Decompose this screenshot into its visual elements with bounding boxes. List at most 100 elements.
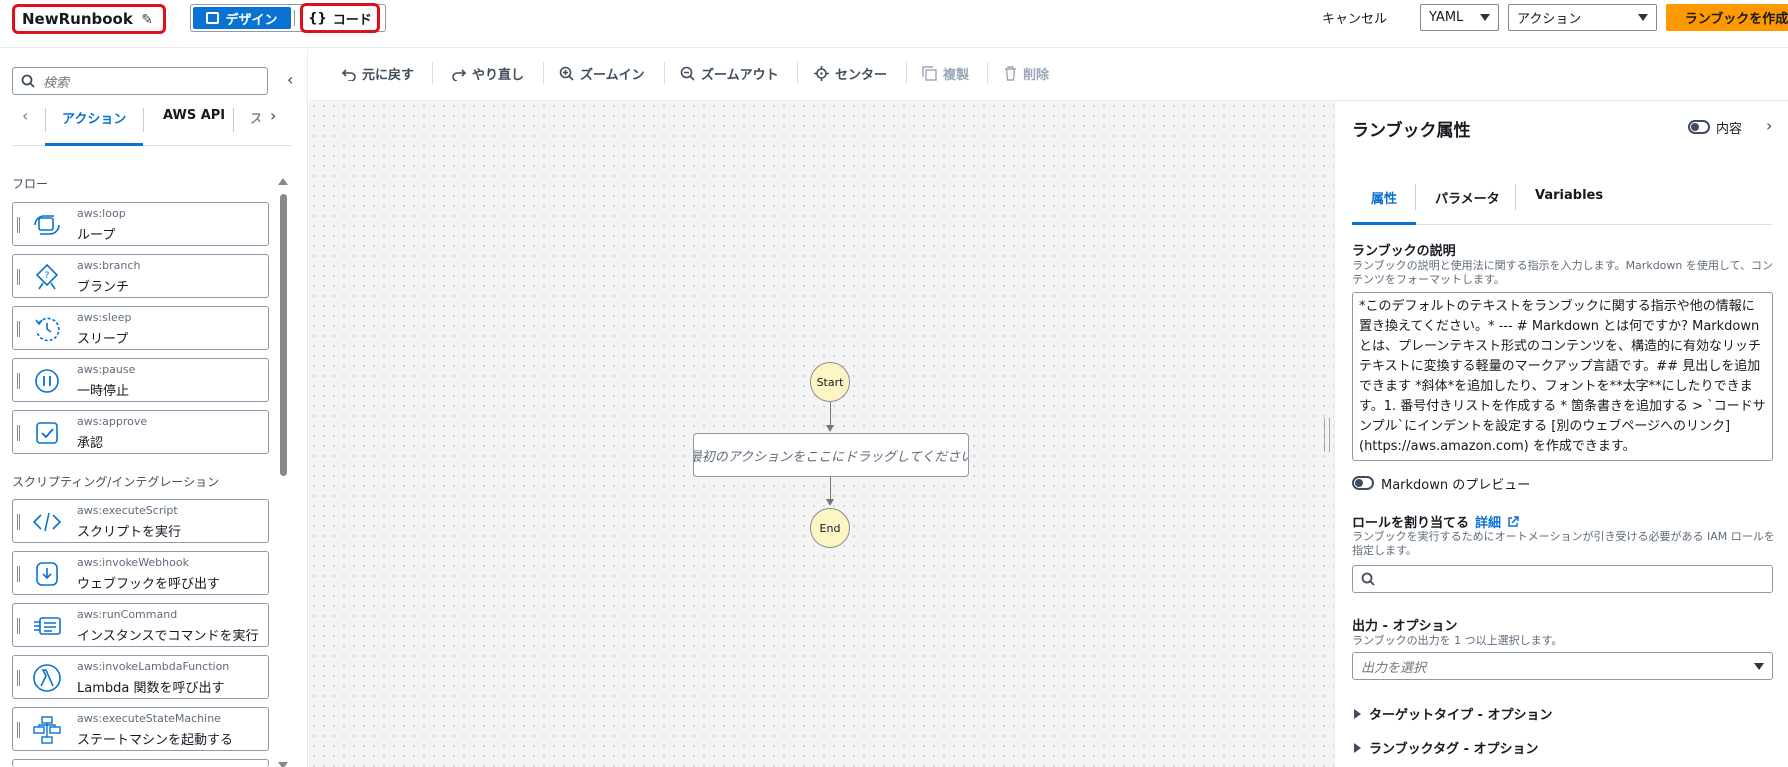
action-item-loop[interactable]: aws:loop ループ (12, 202, 269, 246)
zoom-in-button[interactable]: ズームイン (559, 64, 645, 83)
redo-button[interactable]: やり直し (452, 64, 524, 83)
action-item-execute-script[interactable]: aws:executeScript スクリプトを実行 (12, 499, 269, 543)
target-type-expander[interactable]: ターゲットタイプ - オプション (1354, 704, 1552, 723)
library-scrollbar[interactable] (280, 194, 287, 476)
drag-handle-icon[interactable] (17, 321, 20, 337)
action-item-invoke-webhook[interactable]: aws:invokeWebhook ウェブフックを呼び出す (12, 551, 269, 595)
action-item-run-command[interactable]: aws:runCommand インスタンスでコマンドを実行 (12, 603, 269, 647)
caret-down-icon (1480, 14, 1490, 21)
center-icon (814, 66, 829, 81)
output-select[interactable]: 出力を選択 (1352, 652, 1773, 680)
output-hint: ランブックの出力を 1 つ以上選択します。 (1352, 634, 1563, 647)
tab-aws-api[interactable]: AWS API (163, 108, 225, 138)
undo-icon (342, 68, 356, 81)
drag-handle-icon[interactable] (17, 514, 20, 530)
zoom-out-icon (680, 66, 695, 81)
scroll-down-icon[interactable] (278, 762, 288, 767)
tab-parameters[interactable]: パラメータ (1435, 188, 1500, 207)
tab-divider (143, 108, 144, 132)
chevron-right-icon[interactable]: › (1766, 116, 1772, 135)
design-mode-button[interactable]: デザイン (193, 7, 291, 29)
format-select[interactable]: YAML (1420, 4, 1499, 31)
action-code: aws:executeScript (77, 504, 178, 517)
tab-divider (45, 108, 46, 132)
loop-icon (31, 209, 63, 241)
panel-resize-handle[interactable] (1324, 418, 1330, 452)
delete-button[interactable]: 削除 (1004, 64, 1049, 83)
drag-handle-icon[interactable] (17, 722, 20, 738)
description-hint: ランブックの説明と使用法に関する指示を入力します。Markdown を使用して、… (1352, 259, 1773, 286)
collapse-panel-icon[interactable]: ‹ (287, 70, 293, 89)
content-toggle[interactable] (1688, 120, 1710, 134)
role-label: ロールを割り当てる (1352, 516, 1470, 531)
tab-divider (1415, 184, 1416, 210)
markdown-preview-toggle[interactable] (1352, 476, 1374, 490)
caret-right-icon (1354, 708, 1361, 719)
action-label: 一時停止 (77, 384, 130, 399)
action-search-placeholder: 検索 (43, 75, 70, 91)
action-dropdown-button[interactable]: アクション (1508, 4, 1657, 31)
action-item-pause[interactable]: aws:pause 一時停止 (12, 358, 269, 402)
action-item-execute-state-machine[interactable]: aws:executeStateMachine ステートマシンを起動する (12, 707, 269, 751)
role-info-link[interactable]: 詳細 (1475, 512, 1501, 531)
redo-label: やり直し (472, 68, 525, 83)
tab-attributes[interactable]: 属性 (1371, 188, 1397, 207)
action-item-branch[interactable]: ? aws:branch ブランチ (12, 254, 269, 298)
tabs-scroll-right-icon[interactable]: › (270, 106, 276, 125)
zoom-out-button[interactable]: ズームアウト (680, 64, 779, 83)
runbook-tags-label: ランブックタグ - オプション (1369, 742, 1539, 757)
create-runbook-button[interactable]: ランブックを作成 (1666, 4, 1788, 31)
action-item-sleep[interactable]: aws:sleep スリープ (12, 306, 269, 350)
cancel-button[interactable]: キャンセル (1322, 8, 1387, 27)
action-drop-zone[interactable]: 最初のアクションをここにドラッグしてください (693, 433, 969, 477)
code-mode-button[interactable]: {} コード (300, 3, 380, 33)
runbook-tags-expander[interactable]: ランブックタグ - オプション (1354, 738, 1539, 757)
target-type-label: ターゲットタイプ - オプション (1369, 708, 1553, 723)
runbook-title[interactable]: NewRunbook ✎ (12, 4, 166, 34)
redo-icon (452, 68, 466, 81)
tab-actions[interactable]: アクション (62, 108, 126, 138)
connector-arrow (826, 425, 834, 432)
drag-handle-icon[interactable] (17, 566, 20, 582)
toolbar-divider (797, 62, 798, 84)
drag-handle-icon[interactable] (17, 618, 20, 634)
drag-handle-icon[interactable] (17, 269, 20, 285)
code-braces-icon: {} (308, 10, 327, 26)
center-button[interactable]: センター (814, 64, 887, 83)
caret-right-icon (1354, 742, 1361, 753)
design-mode-label: デザイン (225, 12, 278, 28)
action-code: aws:executeStateMachine (77, 712, 221, 725)
drag-handle-icon[interactable] (17, 670, 20, 686)
tabs-scroll-left-icon[interactable]: ‹ (22, 106, 28, 125)
end-node[interactable]: End (810, 508, 850, 548)
external-link-icon[interactable] (1507, 515, 1519, 528)
action-item-invoke-lambda[interactable]: aws:invokeLambdaFunction Lambda 関数を呼び出す (12, 655, 269, 699)
start-node[interactable]: Start (810, 362, 850, 402)
toolbar-divider (987, 62, 988, 84)
state-machine-icon (31, 714, 63, 746)
action-item-approve[interactable]: aws:approve 承認 (12, 410, 269, 454)
edit-pencil-icon[interactable]: ✎ (141, 12, 153, 28)
connector-line (830, 402, 831, 426)
drag-handle-icon[interactable] (17, 373, 20, 389)
drag-handle-icon[interactable] (17, 425, 20, 441)
zoom-in-label: ズームイン (580, 68, 645, 83)
description-textarea[interactable]: *このデフォルトのテキストをランブックに関する指示や他の情報に置き換えてください… (1352, 292, 1773, 461)
format-select-value: YAML (1429, 10, 1464, 25)
action-item-partial (12, 759, 269, 767)
undo-button[interactable]: 元に戻す (342, 64, 414, 83)
pause-icon (31, 365, 63, 397)
scroll-up-icon[interactable] (278, 178, 288, 185)
tab-more[interactable]: ス (250, 108, 260, 138)
tab-variables[interactable]: Variables (1535, 188, 1603, 203)
role-search-input[interactable] (1352, 565, 1773, 593)
action-search-input[interactable]: 検索 (12, 67, 268, 95)
duplicate-button[interactable]: 複製 (922, 64, 969, 83)
content-toggle-label: 内容 (1716, 122, 1743, 137)
center-label: センター (835, 68, 888, 83)
drag-handle-icon[interactable] (17, 217, 20, 233)
action-label: ブランチ (77, 280, 130, 295)
design-icon (206, 12, 220, 24)
webhook-icon (31, 558, 63, 590)
action-code: aws:loop (77, 207, 126, 220)
